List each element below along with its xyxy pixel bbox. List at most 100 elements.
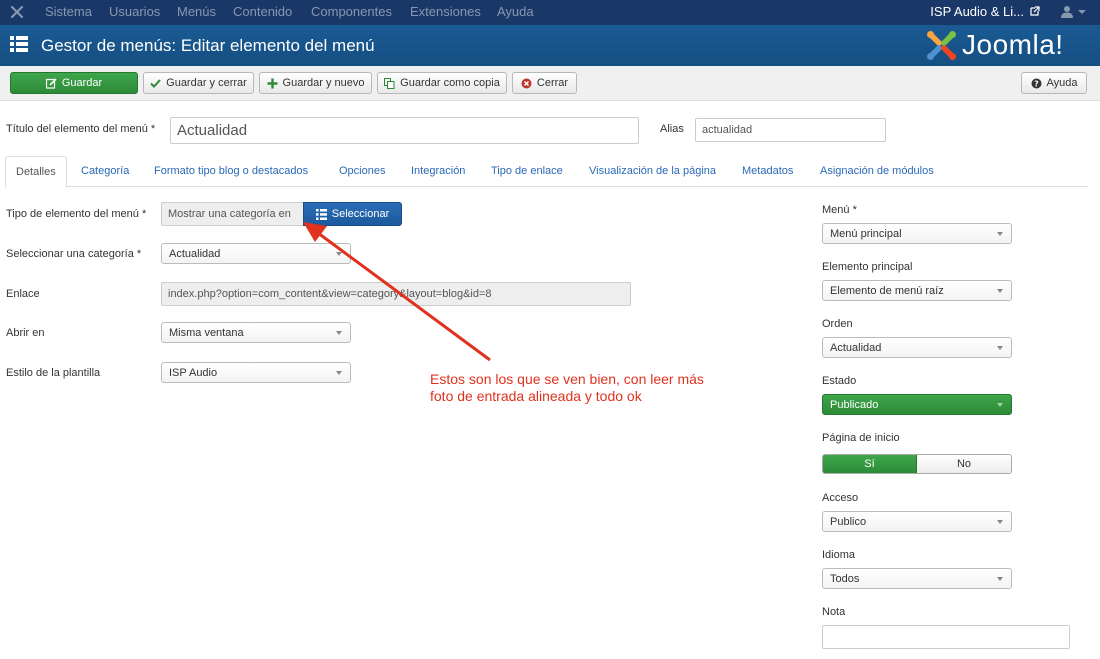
parent-item-select[interactable]: Elemento de menú raíz [822, 280, 1012, 301]
check-icon [150, 78, 161, 88]
external-link-icon [1030, 6, 1040, 16]
alias-label: Alias [660, 123, 684, 135]
save-label: Guardar [61, 77, 103, 89]
menu-item-type-value: Mostrar una categoría en [168, 208, 291, 220]
tab-detalles[interactable]: Detalles [5, 156, 67, 188]
category-select-value: Actualidad [169, 247, 221, 260]
chevron-down-icon [997, 346, 1003, 350]
template-style-select[interactable]: ISP Audio [161, 362, 351, 383]
menu-list-icon [10, 36, 28, 52]
nav-menus[interactable]: Menús [177, 0, 216, 24]
status-label: Estado [822, 375, 857, 387]
user-icon[interactable] [1061, 5, 1073, 18]
tab-visualizacion[interactable]: Visualización de la página [589, 156, 716, 187]
status-select-value: Publicado [830, 398, 879, 411]
category-select[interactable]: Actualidad [161, 243, 351, 264]
edit-icon [45, 77, 57, 89]
template-style-label: Estilo de la plantilla [6, 367, 101, 379]
language-select[interactable]: Todos [822, 568, 1012, 589]
admin-top-nav: Sistema Usuarios Menús Contenido Compone… [0, 0, 1100, 25]
close-label: Cerrar [536, 77, 569, 89]
help-button[interactable]: ? Ayuda [1021, 72, 1087, 94]
chevron-down-icon [336, 331, 342, 335]
language-select-value: Todos [830, 572, 860, 585]
tab-asignacion-modulos[interactable]: Asignación de módulos [820, 156, 934, 187]
nav-extensiones[interactable]: Extensiones [410, 0, 481, 24]
chevron-down-icon [336, 371, 342, 375]
plus-icon [267, 78, 278, 88]
save-close-button[interactable]: Guardar y cerrar [143, 72, 254, 94]
link-field-value: index.php?option=com_content&view=catego… [168, 288, 492, 300]
order-select-value: Actualidad [830, 341, 882, 354]
tab-tipo-enlace[interactable]: Tipo de enlace [491, 156, 563, 187]
menu-label: Menú * [822, 204, 857, 216]
category-label: Seleccionar una categoría * [6, 248, 142, 260]
status-select[interactable]: Publicado [822, 394, 1012, 415]
alias-input[interactable]: actualidad [695, 118, 886, 142]
svg-text:?: ? [1034, 79, 1039, 88]
help-icon: ? [1031, 78, 1041, 88]
tab-bar: Detalles Categoría Formato tipo blog o d… [5, 156, 1088, 188]
menu-select-value: Menú principal [830, 227, 902, 240]
nav-ayuda[interactable]: Ayuda [497, 0, 534, 24]
close-button[interactable]: Cerrar [512, 72, 577, 94]
chevron-down-icon[interactable] [1078, 10, 1086, 14]
title-input-value: Actualidad [177, 122, 248, 139]
tab-metadatos[interactable]: Metadatos [742, 156, 793, 187]
chevron-down-icon [997, 289, 1003, 293]
joomla-icon[interactable] [9, 4, 25, 20]
access-select[interactable]: Publico [822, 511, 1012, 532]
toolbar: Guardar Guardar y cerrar Guardar y nuevo… [0, 66, 1100, 101]
chevron-down-icon [997, 232, 1003, 236]
select-type-label: Seleccionar [331, 208, 390, 220]
chevron-down-icon [997, 403, 1003, 407]
nav-componentes[interactable]: Componentes [311, 0, 392, 24]
site-link[interactable]: ISP Audio & Li... [930, 0, 1024, 24]
nav-contenido[interactable]: Contenido [233, 0, 292, 24]
menu-item-type-label: Tipo de elemento del menú * [6, 208, 147, 220]
nav-usuarios[interactable]: Usuarios [109, 0, 160, 24]
language-label: Idioma [822, 549, 856, 561]
save-new-button[interactable]: Guardar y nuevo [259, 72, 372, 94]
home-page-toggle[interactable]: Sí No [822, 454, 1012, 474]
title-label: Título del elemento del menú * [6, 123, 156, 135]
annotation-line-2: foto de entrada alineada y todo ok [430, 388, 642, 404]
home-no-option[interactable]: No [917, 455, 1011, 473]
parent-item-select-value: Elemento de menú raíz [830, 284, 944, 297]
note-label: Nota [822, 606, 846, 618]
access-select-value: Publico [830, 515, 867, 528]
home-yes-option[interactable]: Sí [823, 455, 917, 473]
annotation-text: Estos son los que se ven bien, con leer … [430, 371, 704, 405]
menu-item-type-field: Mostrar una categoría en [161, 202, 304, 226]
chevron-down-icon [997, 577, 1003, 581]
tab-integracion[interactable]: Integración [411, 156, 465, 187]
tab-categoria[interactable]: Categoría [81, 156, 129, 187]
open-in-select[interactable]: Misma ventana [161, 322, 351, 343]
select-type-button[interactable]: Seleccionar [303, 202, 402, 226]
home-page-label: Página de inicio [822, 432, 900, 444]
close-icon [521, 78, 532, 88]
list-icon [315, 208, 327, 220]
link-field: index.php?option=com_content&view=catego… [161, 282, 631, 306]
note-input[interactable] [822, 625, 1070, 649]
alias-input-value: actualidad [702, 124, 753, 136]
title-input[interactable]: Actualidad [170, 117, 639, 144]
annotation-line-1: Estos son los que se ven bien, con leer … [430, 371, 704, 387]
nav-sistema[interactable]: Sistema [45, 0, 92, 24]
save-copy-button[interactable]: Guardar como copia [377, 72, 507, 94]
access-label: Acceso [822, 492, 859, 504]
tab-formato-blog[interactable]: Formato tipo blog o destacados [154, 156, 308, 187]
order-label: Orden [822, 318, 853, 330]
page-title: Gestor de menús: Editar elemento del men… [41, 36, 375, 55]
help-label: Ayuda [1046, 77, 1078, 89]
chevron-down-icon [336, 252, 342, 256]
joomla-logo-icon [927, 31, 956, 60]
save-button[interactable]: Guardar [10, 72, 138, 94]
menu-select[interactable]: Menú principal [822, 223, 1012, 244]
chevron-down-icon [997, 520, 1003, 524]
open-in-select-value: Misma ventana [169, 326, 244, 339]
copy-icon [384, 77, 395, 89]
save-close-label: Guardar y cerrar [166, 77, 247, 89]
tab-opciones[interactable]: Opciones [339, 156, 385, 187]
order-select[interactable]: Actualidad [822, 337, 1012, 358]
